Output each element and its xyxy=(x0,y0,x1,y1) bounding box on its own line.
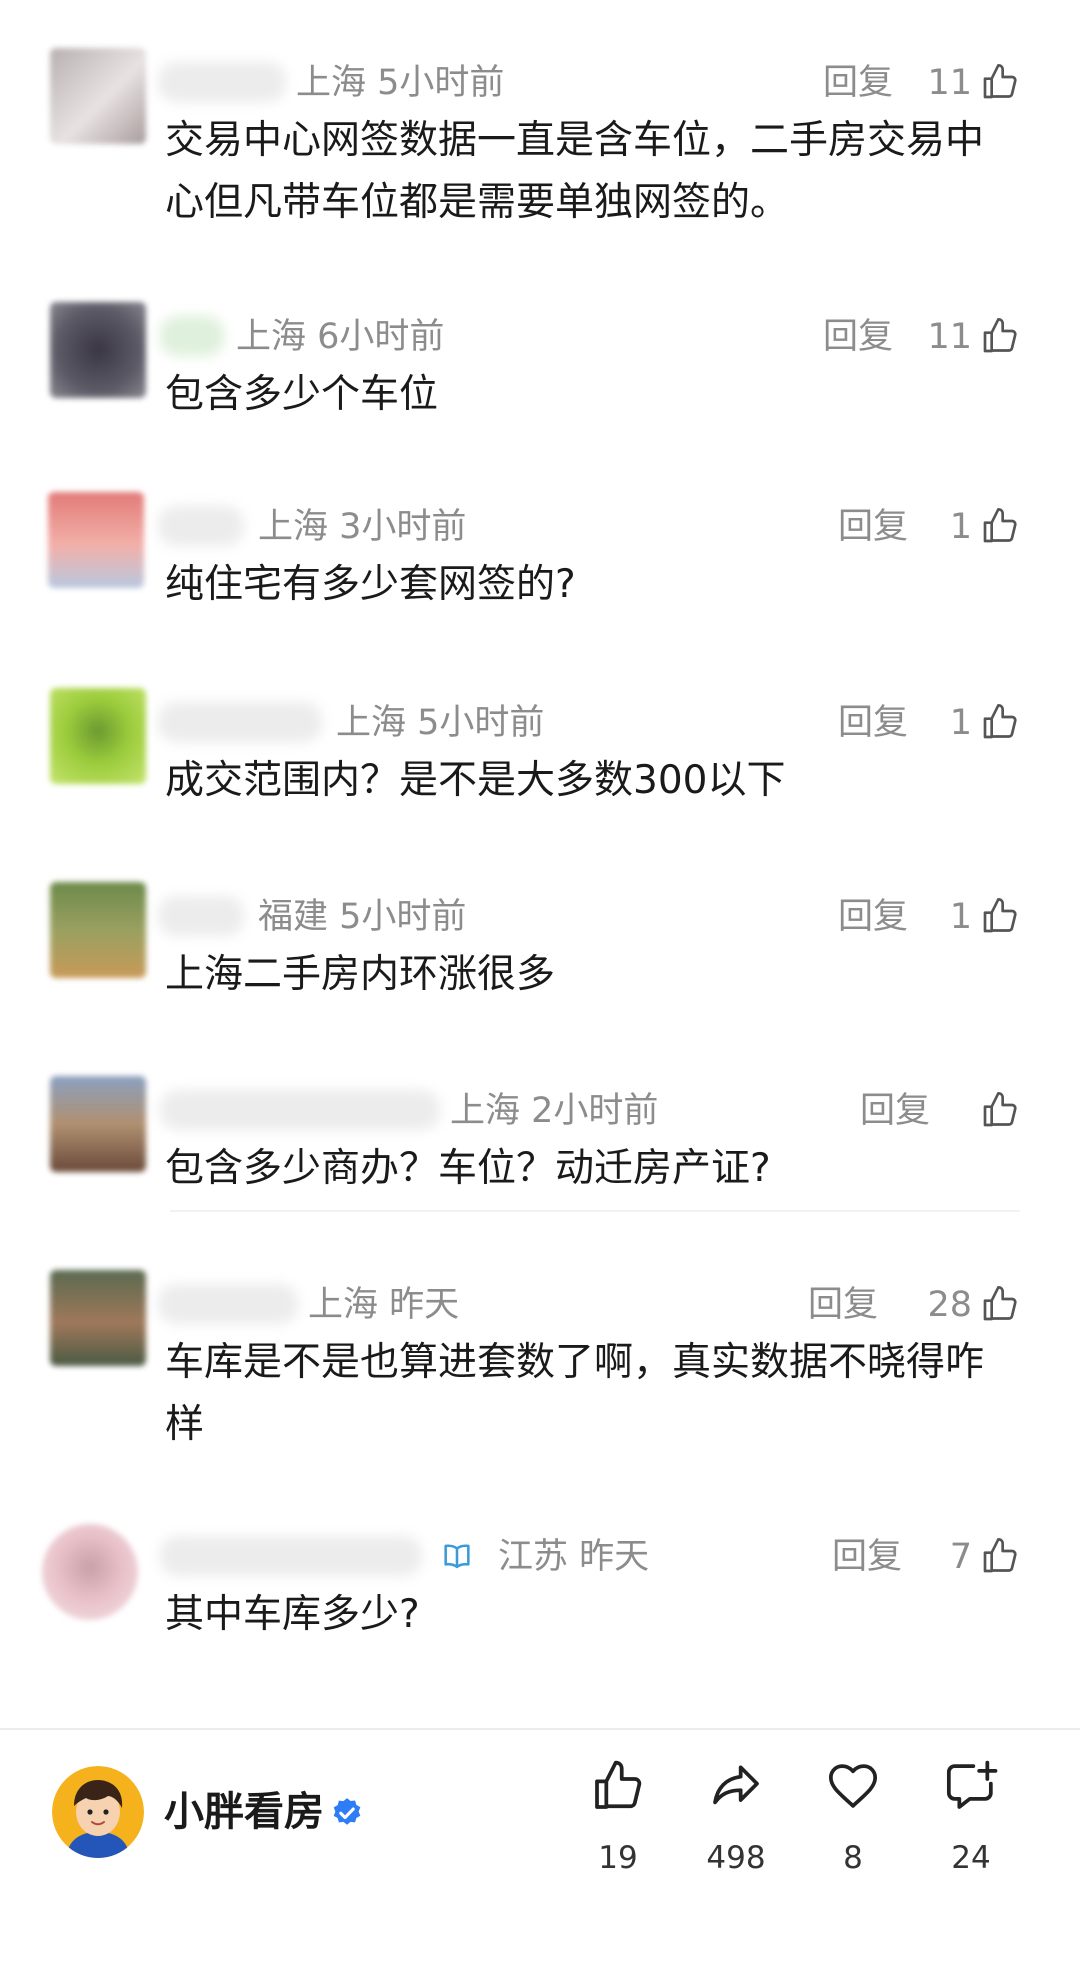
comment-item: 上海 3小时前 回复 1 纯住宅有多少套网签的? xyxy=(0,492,1080,612)
comment-meta: 上海 5小时前 xyxy=(336,700,544,746)
comment-text: 上海二手房内环涨很多 xyxy=(165,952,556,997)
comment-time: 5小时前 xyxy=(417,703,545,743)
thumbs-up-icon[interactable] xyxy=(980,1284,1020,1324)
favorite-count: 8 xyxy=(843,1840,863,1876)
commenter-name-blurred[interactable] xyxy=(160,1536,422,1576)
comment-text: 交易中心网签数据一直是含车位，二手房交易中心但凡带车位都是需要单独网签的。 xyxy=(165,118,985,225)
comment-item: 福建 5小时前 回复 1 上海二手房内环涨很多 xyxy=(0,882,1080,1002)
thumbs-up-icon[interactable] xyxy=(980,506,1020,546)
reply-button[interactable]: 回复 xyxy=(823,314,893,360)
share-count: 498 xyxy=(706,1840,766,1876)
commenter-avatar[interactable] xyxy=(50,1270,146,1366)
like-count: 19 xyxy=(598,1840,638,1876)
comment-text: 包含多少商办？车位？动迁房产证? xyxy=(165,1146,771,1191)
comment-time: 3小时前 xyxy=(339,507,467,547)
thumbs-up-icon[interactable] xyxy=(980,62,1020,102)
comment-location: 上海 xyxy=(258,507,329,547)
commenter-avatar[interactable] xyxy=(50,48,146,144)
commenter-name-blurred[interactable] xyxy=(158,62,286,102)
comment-meta: 福建 5小时前 xyxy=(258,894,466,940)
comment-time: 2小时前 xyxy=(531,1091,659,1131)
comment-location: 上海 xyxy=(236,317,307,357)
verified-check-icon xyxy=(333,1798,361,1825)
comment-item: 上海 6小时前 回复 11 包含多少个车位 xyxy=(0,302,1080,422)
like-count: 28 xyxy=(927,1285,972,1325)
commenter-name-blurred[interactable] xyxy=(158,896,244,936)
author-action-bar: 小胖看房 19 498 8 24 xyxy=(0,1730,1080,1972)
comment-meta: 上海 6小时前 xyxy=(236,314,444,360)
comment-meta: 上海 昨天 xyxy=(308,1282,459,1328)
comment-time: 昨天 xyxy=(579,1537,650,1577)
commenter-avatar[interactable] xyxy=(50,1076,146,1172)
thumbs-up-icon[interactable] xyxy=(980,316,1020,356)
like-action-button[interactable]: 19 xyxy=(568,1758,668,1888)
commenter-avatar[interactable] xyxy=(50,302,146,398)
favorite-action-button[interactable]: 8 xyxy=(803,1758,903,1888)
commenter-name-blurred[interactable] xyxy=(158,506,244,546)
comment-item: 上海 5小时前 回复 1 成交范围内？是不是大多数300以下 xyxy=(0,688,1080,808)
commenter-avatar[interactable] xyxy=(48,492,144,588)
comment-item: 上海 2小时前 回复 包含多少商办？车位？动迁房产证? xyxy=(0,1076,1080,1196)
commenter-name-blurred[interactable] xyxy=(160,316,224,356)
comment-location: 上海 xyxy=(296,63,367,103)
comment-item: 上海 5小时前 回复 11 交易中心网签数据一直是含车位，二手房交易中心但凡带车… xyxy=(0,48,1080,248)
reply-button[interactable]: 回复 xyxy=(838,894,908,940)
commenter-name-blurred[interactable] xyxy=(158,702,322,742)
like-count: 11 xyxy=(927,63,972,103)
comment-location: 上海 xyxy=(336,703,407,743)
author-avatar[interactable] xyxy=(52,1766,144,1858)
like-count: 1 xyxy=(949,897,972,937)
comment-meta: 江苏 昨天 xyxy=(498,1534,649,1580)
comment-time: 5小时前 xyxy=(377,63,505,103)
comment-item: 江苏 昨天 回复 7 其中车库多少? xyxy=(0,1522,1080,1642)
cartoon-avatar-icon xyxy=(52,1766,144,1858)
book-badge-icon xyxy=(444,1544,470,1569)
reply-button[interactable]: 回复 xyxy=(823,60,893,106)
comment-location: 江苏 xyxy=(498,1537,569,1577)
thumbs-up-icon[interactable] xyxy=(980,896,1020,936)
commenter-avatar[interactable] xyxy=(42,1524,138,1620)
comment-plus-icon xyxy=(946,1760,998,1809)
like-count: 1 xyxy=(949,703,972,743)
comment-location: 福建 xyxy=(258,897,329,937)
thumbs-up-icon[interactable] xyxy=(980,1536,1020,1576)
commenter-name-blurred[interactable] xyxy=(158,1284,298,1324)
like-count: 7 xyxy=(949,1537,972,1577)
comment-meta: 上海 5小时前 xyxy=(296,60,504,106)
comment-item: 上海 昨天 回复 28 车库是不是也算进套数了啊，真实数据不晓得咋样 xyxy=(0,1270,1080,1450)
comment-text: 车库是不是也算进套数了啊，真实数据不晓得咋样 xyxy=(165,1340,985,1447)
reply-button[interactable]: 回复 xyxy=(832,1534,902,1580)
author-name[interactable]: 小胖看房 xyxy=(164,1786,324,1838)
comment-action-button[interactable]: 24 xyxy=(921,1758,1021,1888)
comment-location: 上海 xyxy=(308,1285,379,1325)
reply-button[interactable]: 回复 xyxy=(838,504,908,550)
reply-button[interactable]: 回复 xyxy=(838,700,908,746)
comment-count: 24 xyxy=(951,1840,991,1876)
reply-button[interactable]: 回复 xyxy=(808,1282,878,1328)
thumbs-up-icon[interactable] xyxy=(980,702,1020,742)
comment-time: 6小时前 xyxy=(317,317,445,357)
comment-location: 上海 xyxy=(450,1091,521,1131)
comment-list: 上海 5小时前 回复 11 交易中心网签数据一直是含车位，二手房交易中心但凡带车… xyxy=(0,0,1080,1728)
thumbs-up-icon xyxy=(595,1760,642,1809)
heart-icon xyxy=(828,1764,878,1808)
comment-time: 5小时前 xyxy=(339,897,467,937)
share-action-button[interactable]: 498 xyxy=(686,1758,786,1888)
reply-button[interactable]: 回复 xyxy=(860,1088,930,1134)
commenter-name-blurred[interactable] xyxy=(160,1090,440,1130)
like-count: 11 xyxy=(927,317,972,357)
like-count: 1 xyxy=(949,507,972,547)
commenter-avatar[interactable] xyxy=(50,688,146,784)
thumbs-up-icon[interactable] xyxy=(980,1090,1020,1130)
comment-meta: 上海 2小时前 xyxy=(450,1088,658,1134)
comment-text: 其中车库多少? xyxy=(165,1592,420,1637)
comment-text: 纯住宅有多少套网签的? xyxy=(165,562,576,607)
comment-meta: 上海 3小时前 xyxy=(258,504,466,550)
comment-text: 成交范围内？是不是大多数300以下 xyxy=(165,758,786,803)
comment-time: 昨天 xyxy=(389,1285,460,1325)
commenter-avatar[interactable] xyxy=(50,882,146,978)
divider xyxy=(170,1210,1020,1212)
comment-text: 包含多少个车位 xyxy=(165,372,439,417)
share-arrow-icon xyxy=(713,1765,759,1805)
